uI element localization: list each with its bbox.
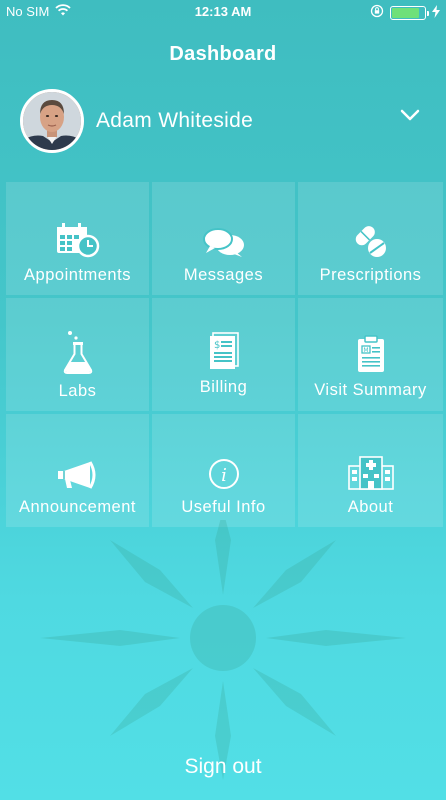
- sign-out-button[interactable]: Sign out: [0, 755, 446, 779]
- battery-icon: [390, 5, 429, 20]
- tile-visit-summary[interactable]: M Visit Summary: [298, 298, 443, 411]
- charging-icon: [432, 4, 440, 21]
- profile-selector[interactable]: Adam Whiteside: [20, 88, 430, 154]
- svg-text:M: M: [363, 347, 368, 354]
- svg-text:$: $: [214, 340, 220, 351]
- megaphone-icon: [56, 454, 100, 490]
- hospital-icon: [347, 450, 394, 490]
- tile-label: Messages: [183, 266, 264, 284]
- tile-billing[interactable]: $ Billing: [152, 298, 295, 411]
- pills-icon: [354, 218, 388, 258]
- chat-bubbles-icon: [202, 218, 245, 258]
- tile-appointments[interactable]: Appointments: [6, 182, 149, 295]
- info-icon: i: [208, 454, 240, 490]
- rotation-lock-icon: [370, 4, 384, 21]
- tile-useful-info[interactable]: i Useful Info: [152, 414, 295, 527]
- chevron-down-icon[interactable]: [400, 108, 420, 126]
- status-bar: No SIM 12:13 AM: [0, 0, 446, 24]
- tile-announcement[interactable]: Announcement: [6, 414, 149, 527]
- tile-about[interactable]: About: [298, 414, 443, 527]
- svg-text:i: i: [221, 465, 227, 486]
- dashboard-grid: Appointments Messages Prescriptions Labs…: [6, 182, 443, 527]
- tile-label: Billing: [199, 378, 248, 396]
- tile-label: Prescriptions: [319, 266, 422, 284]
- tile-messages[interactable]: Messages: [152, 182, 295, 295]
- tile-labs[interactable]: Labs: [6, 298, 149, 411]
- tile-prescriptions[interactable]: Prescriptions: [298, 182, 443, 295]
- bill-icon: $: [209, 330, 239, 370]
- tile-label: Useful Info: [181, 498, 266, 516]
- tile-label: Announcement: [19, 498, 136, 516]
- calendar-clock-icon: [56, 218, 100, 258]
- clipboard-icon: M: [357, 331, 385, 373]
- tile-label: Labs: [58, 382, 97, 400]
- profile-name: Adam Whiteside: [96, 109, 254, 132]
- tile-label: About: [347, 498, 394, 516]
- flask-icon: [62, 328, 94, 374]
- avatar: [20, 89, 84, 153]
- page-title: Dashboard: [169, 43, 277, 65]
- tile-label: Appointments: [24, 266, 131, 284]
- tile-label: Visit Summary: [314, 381, 427, 399]
